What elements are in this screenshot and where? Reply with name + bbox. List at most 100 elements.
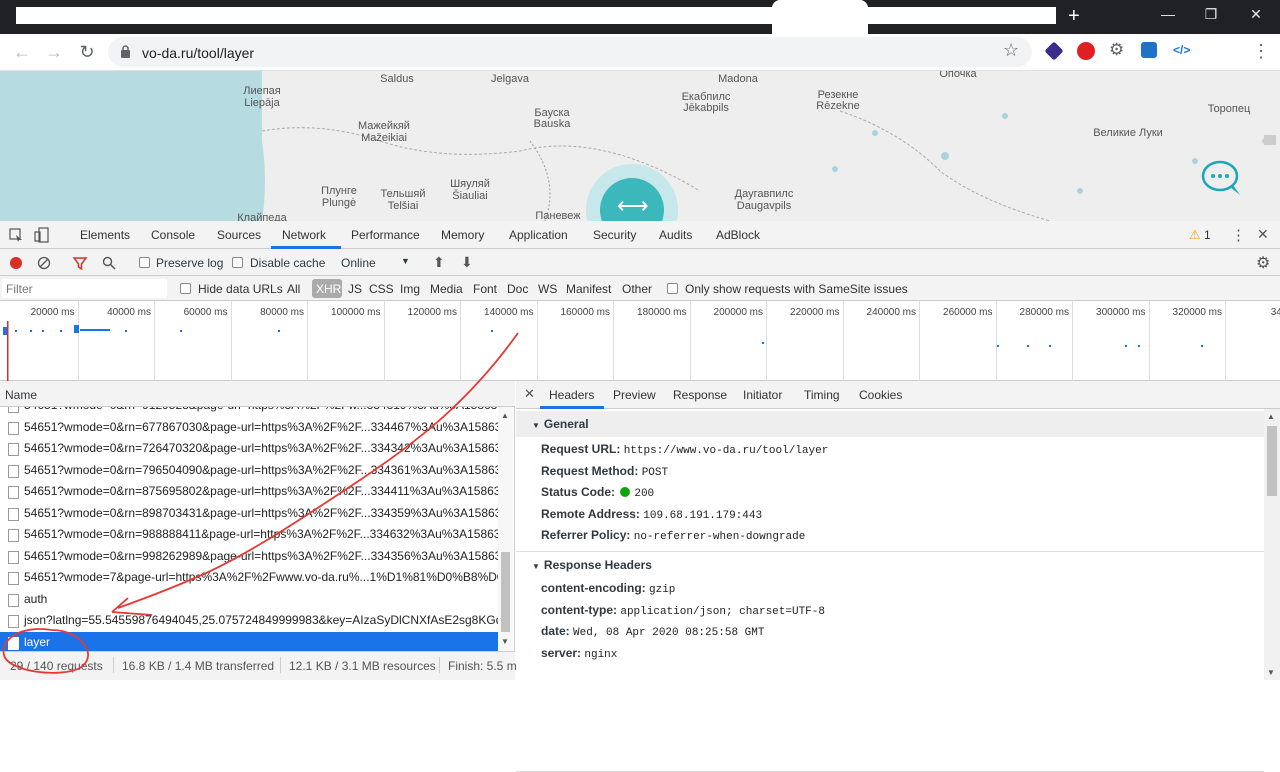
import-har-icon[interactable]: ⬆ xyxy=(433,254,445,271)
details-scrollbar-thumb[interactable] xyxy=(1267,426,1277,496)
warning-icon[interactable]: ⚠ xyxy=(1189,227,1201,243)
map-view[interactable]: SaldusJelgavaMadonaОпочкаЛиепаяLiepājaЕк… xyxy=(0,71,1280,221)
hide-data-urls-checkbox[interactable] xyxy=(180,283,191,294)
extension-diamond-icon[interactable] xyxy=(1044,41,1063,60)
tab-sources[interactable]: Sources xyxy=(217,228,261,242)
samesite-checkbox[interactable] xyxy=(667,283,678,294)
request-row[interactable]: 54651?wmode=0&rn=796504090&page-url=http… xyxy=(0,460,498,482)
request-row[interactable]: 54651?wmode=0&rn=988888411&page-url=http… xyxy=(0,524,498,546)
tab-initiator[interactable]: Initiator xyxy=(743,388,782,402)
header-value: 109.68.191.179:443 xyxy=(643,510,762,522)
tab-headers[interactable]: Headers xyxy=(549,388,594,402)
transferred-size: 16.8 KB / 1.4 MB transferred xyxy=(122,659,274,673)
request-row[interactable]: 54651?wmode=7&page-url=https%3A%2F%2Fwww… xyxy=(0,567,498,589)
redacted-tabs[interactable] xyxy=(16,7,1056,24)
filter-img[interactable]: Img xyxy=(400,282,420,296)
filter-ws[interactable]: WS xyxy=(538,282,557,296)
close-devtools-button[interactable]: ✕ xyxy=(1257,226,1269,243)
request-list: Name 54651?wmode=0&rn=9129528&page-url=h… xyxy=(0,381,515,651)
tab-security[interactable]: Security xyxy=(593,228,636,242)
request-row[interactable]: 54651?wmode=0&rn=998262989&page-url=http… xyxy=(0,546,498,568)
scrollbar-thumb[interactable] xyxy=(501,552,510,632)
tab-network[interactable]: Network xyxy=(282,228,326,242)
tab-elements[interactable]: Elements xyxy=(80,228,130,242)
export-har-icon[interactable]: ⬇ xyxy=(461,254,473,271)
request-row[interactable]: 54651?wmode=0&rn=898703431&page-url=http… xyxy=(0,503,498,525)
record-button[interactable] xyxy=(10,257,22,269)
tab-adblock[interactable]: AdBlock xyxy=(716,228,760,242)
request-row[interactable]: 54651?wmode=0&rn=726470320&page-url=http… xyxy=(0,438,498,460)
swap-arrows-icon[interactable]: ⟷ xyxy=(617,193,649,219)
header-entry: date: Wed, 08 Apr 2020 08:25:58 GMT xyxy=(541,624,764,639)
tab-timing[interactable]: Timing xyxy=(804,388,840,402)
filter-xhr[interactable]: XHR xyxy=(316,282,341,296)
request-row[interactable]: 54651?wmode=0&rn=677867030&page-url=http… xyxy=(0,417,498,439)
browser-menu-button[interactable]: ⋮ xyxy=(1252,41,1270,62)
device-toolbar-icon[interactable] xyxy=(34,227,50,243)
forward-button[interactable]: → xyxy=(42,42,66,62)
page-scrollbar-thumb[interactable] xyxy=(1264,135,1276,145)
network-settings-icon[interactable]: ⚙ xyxy=(1256,253,1270,273)
filter-input[interactable] xyxy=(2,279,167,298)
tab-response[interactable]: Response xyxy=(673,388,727,402)
inspect-element-icon[interactable] xyxy=(9,228,23,242)
request-name: 54651?wmode=0&rn=998262989&page-url=http… xyxy=(24,549,498,563)
tab-cookies[interactable]: Cookies xyxy=(859,388,902,402)
network-overview-timeline[interactable]: 20000 ms40000 ms60000 ms80000 ms100000 m… xyxy=(0,301,1280,381)
devtools-menu-button[interactable]: ⋮ xyxy=(1231,226,1246,244)
tab-preview[interactable]: Preview xyxy=(613,388,656,402)
filter-other[interactable]: Other xyxy=(622,282,652,296)
tab-audits[interactable]: Audits xyxy=(659,228,692,242)
map-place-label: Saldus xyxy=(357,73,437,85)
request-list-scrollbar[interactable]: ▲ ▼ xyxy=(498,407,513,651)
filter-media[interactable]: Media xyxy=(430,282,463,296)
chat-bubble-icon[interactable] xyxy=(1200,159,1244,199)
name-column-header[interactable]: Name xyxy=(0,381,515,407)
general-section-header[interactable]: ▼General xyxy=(516,411,1264,437)
reload-button[interactable]: ↻ xyxy=(75,42,99,62)
minimize-button[interactable]: — xyxy=(1153,6,1183,22)
tab-console[interactable]: Console xyxy=(151,228,195,242)
preserve-log-checkbox[interactable] xyxy=(139,257,150,268)
tab-performance[interactable]: Performance xyxy=(351,228,420,242)
chevron-down-icon[interactable]: ▼ xyxy=(401,256,410,266)
filter-icon[interactable] xyxy=(73,256,87,270)
request-row[interactable]: 54651?wmode=0&rn=9129528&page-url=https%… xyxy=(0,407,498,417)
filter-doc[interactable]: Doc xyxy=(507,282,528,296)
active-tab[interactable] xyxy=(772,0,868,34)
filter-manifest[interactable]: Manifest xyxy=(566,282,611,296)
code-extension-icon[interactable]: </> xyxy=(1173,43,1190,57)
close-details-button[interactable]: ✕ xyxy=(524,386,535,402)
map-place-label: Торопец xyxy=(1189,103,1269,115)
response-headers-section-header[interactable]: ▼Response Headers xyxy=(516,551,1264,577)
new-tab-button[interactable]: + xyxy=(1068,5,1080,27)
file-icon xyxy=(8,594,19,607)
request-row[interactable]: auth xyxy=(0,589,498,611)
header-value: POST xyxy=(642,467,668,479)
opera-extension-icon[interactable] xyxy=(1077,42,1095,60)
throttling-select[interactable]: Online xyxy=(341,256,376,270)
request-row[interactable]: 54651?wmode=0&rn=875695802&page-url=http… xyxy=(0,481,498,503)
request-row[interactable]: json?latlng=55.54559876494045,25.0757248… xyxy=(0,610,498,632)
warning-count[interactable]: 1 xyxy=(1204,228,1211,242)
request-row[interactable]: layer xyxy=(0,632,498,652)
filter-js[interactable]: JS xyxy=(348,282,362,296)
map-place-label: Bauska xyxy=(512,118,592,130)
filter-css[interactable]: CSS xyxy=(369,282,394,296)
tab-memory[interactable]: Memory xyxy=(441,228,484,242)
close-window-button[interactable]: ✕ xyxy=(1241,6,1271,23)
file-icon xyxy=(8,465,19,478)
clear-icon[interactable] xyxy=(37,256,51,270)
tab-application[interactable]: Application xyxy=(509,228,568,242)
restore-button[interactable]: ❐ xyxy=(1196,6,1226,23)
disable-cache-checkbox[interactable] xyxy=(232,257,243,268)
filter-all[interactable]: All xyxy=(287,282,300,296)
bookmark-star-icon[interactable]: ☆ xyxy=(1003,40,1019,61)
details-scrollbar[interactable]: ▲ ▼ xyxy=(1264,409,1280,680)
save-extension-icon[interactable] xyxy=(1141,42,1157,58)
back-button[interactable]: ← xyxy=(10,42,34,62)
filter-font[interactable]: Font xyxy=(473,282,497,296)
address-bar[interactable]: vo-da.ru/tool/layer ☆ xyxy=(108,37,1032,67)
search-icon[interactable] xyxy=(102,256,116,270)
gear-extension-icon[interactable]: ⚙ xyxy=(1109,40,1124,60)
